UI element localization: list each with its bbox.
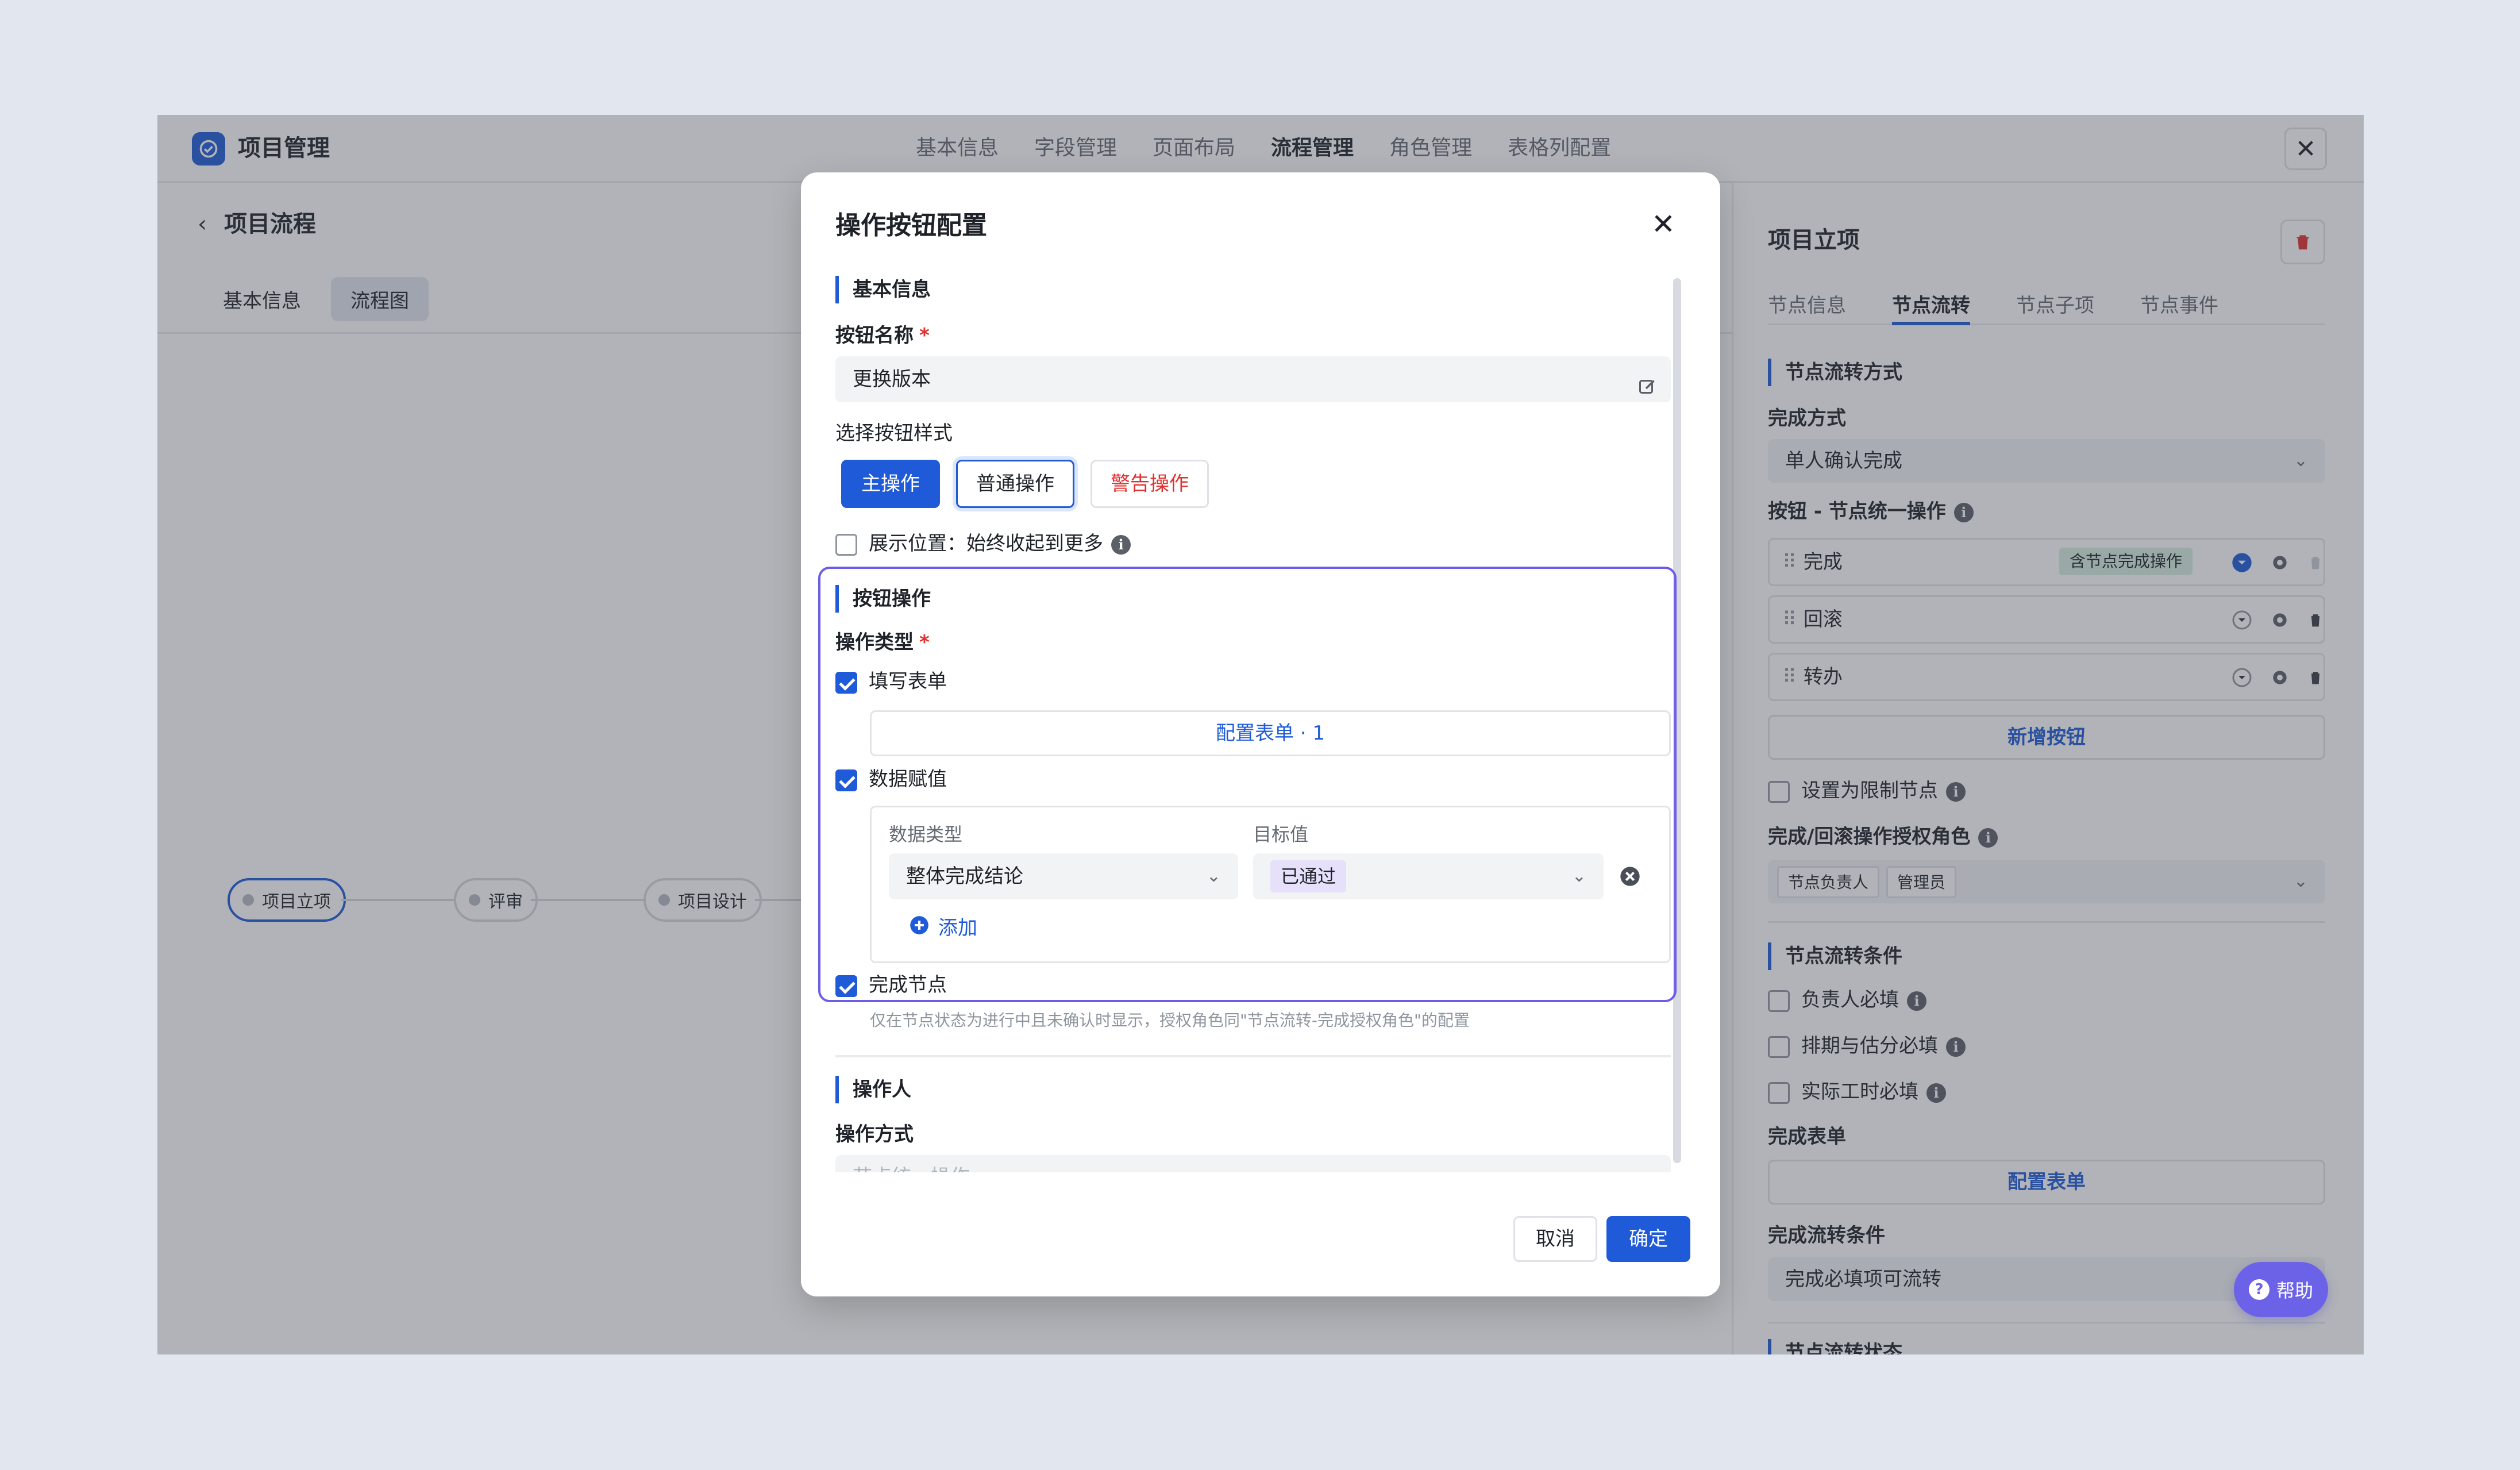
op-mode-label: 操作方式 <box>835 1123 914 1146</box>
modal-body: 基本信息 按钮名称 * 更换版本 选择按钮样式 主操作 普通操作 警告操作 展示位… <box>801 276 1720 1172</box>
divider <box>835 1055 1671 1057</box>
op-type-label: 操作类型 * <box>835 629 930 656</box>
info-icon[interactable]: i <box>1111 534 1131 555</box>
button-name-label-text: 按钮名称 <box>835 324 914 347</box>
fill-form-row[interactable]: 填写表单 <box>835 668 947 695</box>
config-form-button[interactable]: 配置表单 · 1 <box>870 710 1671 756</box>
button-name-input[interactable]: 更换版本 <box>835 356 1671 402</box>
complete-node-hint: 仅在节点状态为进行中且未确认时显示，授权角色同"节点流转-完成授权角色"的配置 <box>870 1011 1470 1030</box>
help-label: 帮助 <box>2276 1280 2313 1302</box>
checkbox-label: 填写表单 <box>869 670 947 693</box>
chevron-down-icon: ⌄ <box>1639 1155 1654 1172</box>
button-name-label: 按钮名称 * <box>835 322 930 349</box>
section-operator: 操作人 <box>835 1076 911 1103</box>
cancel-button[interactable]: 取消 <box>1513 1216 1597 1262</box>
remove-row-icon[interactable] <box>1619 865 1642 890</box>
style-normal-button[interactable]: 普通操作 <box>956 460 1074 508</box>
data-assign-row[interactable]: 数据赋值 <box>835 765 947 793</box>
data-assign-checkbox[interactable] <box>835 769 857 791</box>
chevron-down-icon: ⌄ <box>1571 866 1586 886</box>
section-button-action: 按钮操作 <box>835 585 931 613</box>
edit-icon[interactable] <box>1637 368 1658 414</box>
op-type-label-text: 操作类型 <box>835 631 914 654</box>
input-value: 更换版本 <box>853 368 931 391</box>
modal-footer: 取消 确定 <box>801 1172 1720 1296</box>
help-button[interactable]: ? 帮助 <box>2234 1262 2328 1317</box>
select-placeholder: 节点统一操作 <box>853 1165 970 1172</box>
add-row-button[interactable]: 添加 <box>908 914 977 944</box>
button-style-options: 主操作 普通操作 警告操作 <box>841 460 1209 508</box>
display-position-row[interactable]: 展示位置：始终收起到更多 i <box>835 530 1131 557</box>
button-config-modal: 操作按钮配置 ✕ 基本信息 按钮名称 * 更换版本 选择按钮样式 主操作 普通操作… <box>801 172 1720 1296</box>
target-value-select[interactable]: 已通过 ⌄ <box>1253 853 1604 899</box>
style-warning-button[interactable]: 警告操作 <box>1091 460 1209 508</box>
required-mark: * <box>919 631 930 654</box>
confirm-button[interactable]: 确定 <box>1606 1216 1690 1262</box>
data-type-label: 数据类型 <box>889 823 963 845</box>
checkbox-label: 数据赋值 <box>869 768 947 791</box>
data-assign-box: 数据类型 目标值 整体完成结论 ⌄ 已通过 ⌄ 添加 <box>870 806 1671 963</box>
button-style-label: 选择按钮样式 <box>835 422 953 445</box>
checkbox-label: 展示位置：始终收起到更多 <box>869 532 1103 555</box>
checkbox-label: 完成节点 <box>869 973 947 996</box>
plus-circle-icon <box>908 914 930 944</box>
complete-node-row[interactable]: 完成节点 <box>835 971 947 999</box>
style-primary-button[interactable]: 主操作 <box>841 460 940 508</box>
modal-title: 操作按钮配置 <box>835 211 987 240</box>
select-value: 整体完成结论 <box>906 865 1023 888</box>
add-label: 添加 <box>938 917 977 940</box>
fill-form-checkbox[interactable] <box>835 671 857 694</box>
target-label: 目标值 <box>1253 823 1309 845</box>
close-icon: ✕ <box>1651 207 1675 241</box>
section-basic-info: 基本信息 <box>835 276 931 303</box>
modal-close-button[interactable]: ✕ <box>1651 208 1675 240</box>
data-type-select[interactable]: 整体完成结论 ⌄ <box>889 853 1238 899</box>
required-mark: * <box>919 324 930 347</box>
chevron-down-icon: ⌄ <box>1206 866 1221 886</box>
target-tag: 已通过 <box>1270 860 1347 892</box>
question-icon: ? <box>2248 1279 2269 1300</box>
op-mode-select[interactable]: 节点统一操作 ⌄ <box>835 1155 1671 1172</box>
display-position-checkbox[interactable] <box>835 533 857 556</box>
complete-node-checkbox[interactable] <box>835 975 857 997</box>
